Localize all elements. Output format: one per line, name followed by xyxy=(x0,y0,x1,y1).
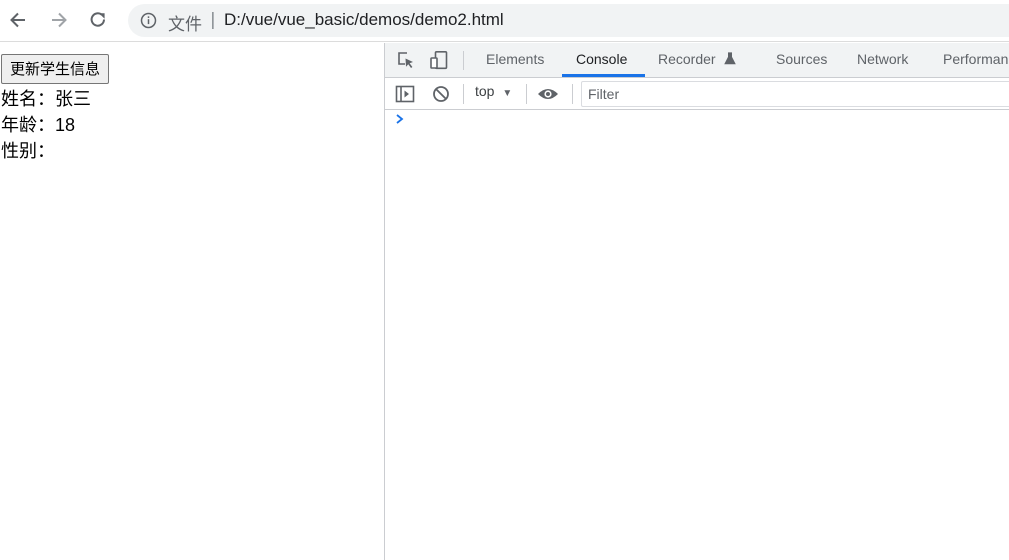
info-icon[interactable] xyxy=(140,12,157,29)
update-student-button[interactable]: 更新学生信息 xyxy=(1,54,110,84)
address-bar[interactable]: 文件 | D:/vue/vue_basic/demos/demo2.html xyxy=(128,4,1009,37)
page-viewport: 更新学生信息 姓名：张三 年龄：18 性别： xyxy=(0,43,384,560)
block-icon xyxy=(433,86,449,102)
devtools-panel: Elements Console Recorder Sources Networ… xyxy=(384,43,1009,560)
eye-icon xyxy=(538,89,558,99)
console-toolbar: top ▼ xyxy=(385,78,1009,110)
active-tab-indicator xyxy=(562,74,645,77)
caret-down-icon: ▼ xyxy=(502,88,513,99)
toolbar-separator xyxy=(463,84,464,104)
flask-icon xyxy=(724,52,737,65)
sidebar-toggle-icon xyxy=(395,85,415,103)
tab-performance[interactable]: Performan xyxy=(943,43,1008,77)
context-label: top xyxy=(475,83,495,99)
age-value: 18 xyxy=(55,115,76,135)
browser-toolbar: 文件 | D:/vue/vue_basic/demos/demo2.html xyxy=(0,0,1009,42)
device-toolbar-button[interactable] xyxy=(428,49,450,71)
age-label: 年龄： xyxy=(1,115,55,136)
tab-recorder-label: Recorder xyxy=(658,51,716,67)
reload-icon xyxy=(90,12,105,27)
console-output[interactable] xyxy=(385,110,1009,560)
context-selector[interactable]: top ▼ xyxy=(475,83,512,99)
arrow-right-icon xyxy=(52,12,67,28)
reload-button[interactable] xyxy=(86,8,110,32)
tab-sources[interactable]: Sources xyxy=(776,43,827,77)
console-prompt-chevron-icon xyxy=(396,114,404,124)
name-line: 姓名：张三 xyxy=(1,87,91,112)
filter-field[interactable] xyxy=(581,81,1009,107)
devtools-tab-bar: Elements Console Recorder Sources Networ… xyxy=(385,43,1009,78)
clear-console-button[interactable] xyxy=(430,83,452,105)
inspect-cursor-icon xyxy=(398,52,413,68)
forward-button[interactable] xyxy=(47,8,71,32)
name-label: 姓名： xyxy=(1,89,55,110)
inspect-element-button[interactable] xyxy=(395,49,417,71)
address-separator: | xyxy=(210,10,216,30)
tab-bar-separator xyxy=(463,51,464,70)
url-text[interactable]: D:/vue/vue_basic/demos/demo2.html xyxy=(224,10,504,30)
toolbar-separator-3 xyxy=(572,84,573,104)
tab-console[interactable]: Console xyxy=(576,43,627,77)
live-expression-button[interactable] xyxy=(537,83,559,105)
device-icon xyxy=(430,50,448,70)
tab-recorder[interactable]: Recorder xyxy=(658,43,737,77)
arrow-left-icon xyxy=(10,12,25,28)
address-scheme: 文件 xyxy=(168,15,202,35)
age-line: 年龄：18 xyxy=(1,113,75,138)
back-button[interactable] xyxy=(6,8,30,32)
name-value: 张三 xyxy=(55,89,91,109)
tab-elements[interactable]: Elements xyxy=(486,43,544,77)
tab-network[interactable]: Network xyxy=(857,43,908,77)
filter-input[interactable] xyxy=(582,82,1009,106)
gender-label: 性别： xyxy=(1,141,55,162)
toolbar-separator-2 xyxy=(526,84,527,104)
gender-line: 性别： xyxy=(1,139,55,164)
show-sidebar-button[interactable] xyxy=(394,83,416,105)
